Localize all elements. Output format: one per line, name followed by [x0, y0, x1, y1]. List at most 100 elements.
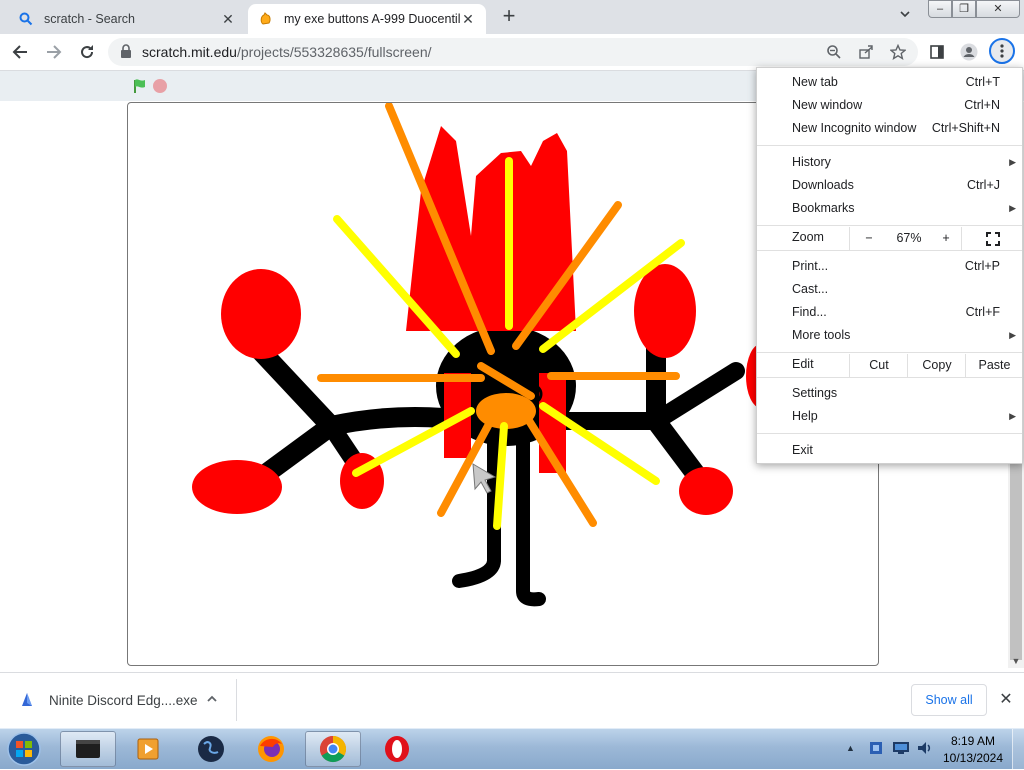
menu-kebab-icon[interactable] — [989, 38, 1015, 64]
download-filename[interactable]: Ninite Discord Edg....exe — [49, 693, 198, 708]
taskbar-app-terminal[interactable] — [60, 731, 116, 767]
installer-file-icon — [18, 691, 36, 709]
menu-item-downloads[interactable]: Downloads Ctrl+J — [757, 175, 1022, 198]
reload-icon[interactable] — [75, 40, 99, 64]
zoom-level: 67% — [896, 231, 922, 245]
copy-button[interactable]: Copy — [907, 354, 966, 377]
toolbar: scratch.mit.edu/projects/553328635/fulls… — [0, 34, 1024, 71]
zoom-in-button[interactable]: + — [931, 227, 961, 250]
paste-button[interactable]: Paste — [965, 354, 1023, 377]
tab-close-icon[interactable]: ✕ — [220, 11, 236, 27]
stop-button[interactable] — [153, 79, 167, 93]
menu-item-help[interactable]: Help ▶ — [757, 406, 1022, 429]
scratch-cat-icon — [258, 11, 274, 27]
share-icon[interactable] — [854, 40, 878, 64]
taskbar-app-opera[interactable] — [369, 731, 425, 767]
tab-scratch-search[interactable]: scratch - Search ✕ — [8, 4, 246, 34]
menu-item-new-tab[interactable]: New tab Ctrl+T — [757, 72, 1022, 95]
url-text: scratch.mit.edu/projects/553328635/fulls… — [142, 44, 432, 60]
chevron-down-icon[interactable] — [896, 8, 914, 26]
minimize-button[interactable]: – — [928, 0, 952, 18]
side-panel-icon[interactable] — [925, 40, 949, 64]
search-icon — [18, 11, 34, 27]
menu-item-new-window[interactable]: New window Ctrl+N — [757, 95, 1022, 118]
tray-app-icon[interactable] — [868, 740, 884, 759]
submenu-arrow-icon: ▶ — [1009, 330, 1016, 340]
scroll-down-arrow-icon[interactable]: ▼ — [1011, 656, 1021, 666]
clock-date[interactable]: 10/13/2024 — [938, 751, 1008, 765]
menu-item-label: New tab — [792, 75, 838, 89]
menu-item-label: Exit — [792, 443, 813, 457]
address-bar[interactable]: scratch.mit.edu/projects/553328635/fulls… — [108, 38, 918, 66]
download-bar: Ninite Discord Edg....exe Show all ✕ — [0, 672, 1024, 729]
submenu-arrow-icon: ▶ — [1009, 411, 1016, 421]
menu-item-label: New window — [792, 98, 863, 112]
submenu-arrow-icon: ▶ — [1009, 203, 1016, 213]
menu-item-label: Settings — [792, 386, 838, 400]
chevron-up-icon[interactable] — [205, 692, 219, 706]
download-divider — [236, 679, 237, 721]
menu-divider — [757, 145, 1022, 146]
green-flag-icon[interactable] — [132, 78, 148, 94]
menu-item-label: Bookmarks — [792, 201, 855, 215]
menu-item-new-incognito[interactable]: New Incognito window Ctrl+Shift+N — [757, 118, 1022, 141]
taskbar-app-media[interactable] — [120, 731, 176, 767]
menu-edit-row: Edit Cut Copy Paste — [757, 354, 1022, 377]
menu-item-label: Cast... — [792, 282, 829, 296]
profile-avatar-icon[interactable] — [957, 40, 981, 64]
new-tab-button[interactable]: + — [498, 5, 520, 28]
tab-title: my exe buttons A-999 Duocentill — [284, 12, 460, 26]
taskbar-app-chrome[interactable] — [305, 731, 361, 767]
forward-arrow-icon[interactable] — [42, 40, 66, 64]
fullscreen-icon[interactable] — [961, 227, 1023, 250]
back-arrow-icon[interactable] — [8, 40, 32, 64]
menu-item-settings[interactable]: Settings — [757, 383, 1022, 406]
show-desktop-button[interactable] — [1012, 729, 1024, 769]
network-icon[interactable] — [892, 740, 910, 759]
tab-close-icon[interactable]: ✕ — [460, 11, 476, 27]
windows-taskbar: ▲ 8:19 AM 10/13/2024 — [0, 728, 1024, 769]
menu-divider — [757, 352, 1022, 353]
zoom-label: Zoom — [792, 230, 824, 244]
edit-label: Edit — [792, 357, 814, 371]
menu-divider — [757, 250, 1022, 251]
url-host: scratch.mit.edu — [142, 44, 237, 60]
bookmark-star-icon[interactable] — [886, 40, 910, 64]
menu-divider — [757, 225, 1022, 226]
submenu-arrow-icon: ▶ — [1009, 157, 1016, 167]
tray-expand-icon[interactable]: ▲ — [846, 743, 855, 753]
close-icon[interactable]: ✕ — [998, 692, 1014, 708]
menu-item-history[interactable]: History ▶ — [757, 152, 1022, 175]
show-all-button[interactable]: Show all — [911, 684, 987, 716]
tab-scratch-project[interactable]: my exe buttons A-999 Duocentill ✕ — [248, 4, 486, 34]
close-window-button[interactable]: ✕ — [976, 0, 1020, 18]
menu-divider — [757, 377, 1022, 378]
start-button[interactable] — [4, 731, 44, 767]
menu-item-shortcut: Ctrl+T — [965, 75, 1000, 89]
zoom-out-button[interactable]: − — [849, 227, 888, 250]
menu-item-exit[interactable]: Exit — [757, 440, 1022, 463]
menu-item-find[interactable]: Find... Ctrl+F — [757, 302, 1022, 325]
menu-item-shortcut: Ctrl+J — [967, 178, 1000, 192]
tab-strip: scratch - Search ✕ my exe buttons A-999 … — [0, 0, 1024, 34]
zoom-icon[interactable] — [822, 40, 846, 64]
volume-icon[interactable] — [916, 740, 934, 759]
menu-item-shortcut: Ctrl+N — [964, 98, 1000, 112]
taskbar-app-firefox[interactable] — [243, 731, 299, 767]
cut-button[interactable]: Cut — [849, 354, 908, 377]
clock-time[interactable]: 8:19 AM — [950, 734, 996, 748]
menu-item-shortcut: Ctrl+P — [964, 259, 1000, 273]
scrollbar-thumb[interactable] — [1010, 446, 1022, 660]
menu-item-label: More tools — [792, 328, 851, 342]
restore-button[interactable]: ❐ — [952, 0, 976, 18]
menu-item-label: New Incognito window — [792, 121, 917, 135]
menu-item-more-tools[interactable]: More tools ▶ — [757, 325, 1022, 348]
lock-icon — [120, 44, 134, 60]
menu-item-bookmarks[interactable]: Bookmarks ▶ — [757, 198, 1022, 221]
menu-item-label: History — [792, 155, 831, 169]
menu-item-label: Find... — [792, 305, 827, 319]
taskbar-app-globe[interactable] — [183, 731, 239, 767]
menu-item-print[interactable]: Print... Ctrl+P — [757, 256, 1022, 279]
menu-item-cast[interactable]: Cast... — [757, 279, 1022, 302]
url-path: /projects/553328635/fullscreen/ — [236, 44, 432, 60]
